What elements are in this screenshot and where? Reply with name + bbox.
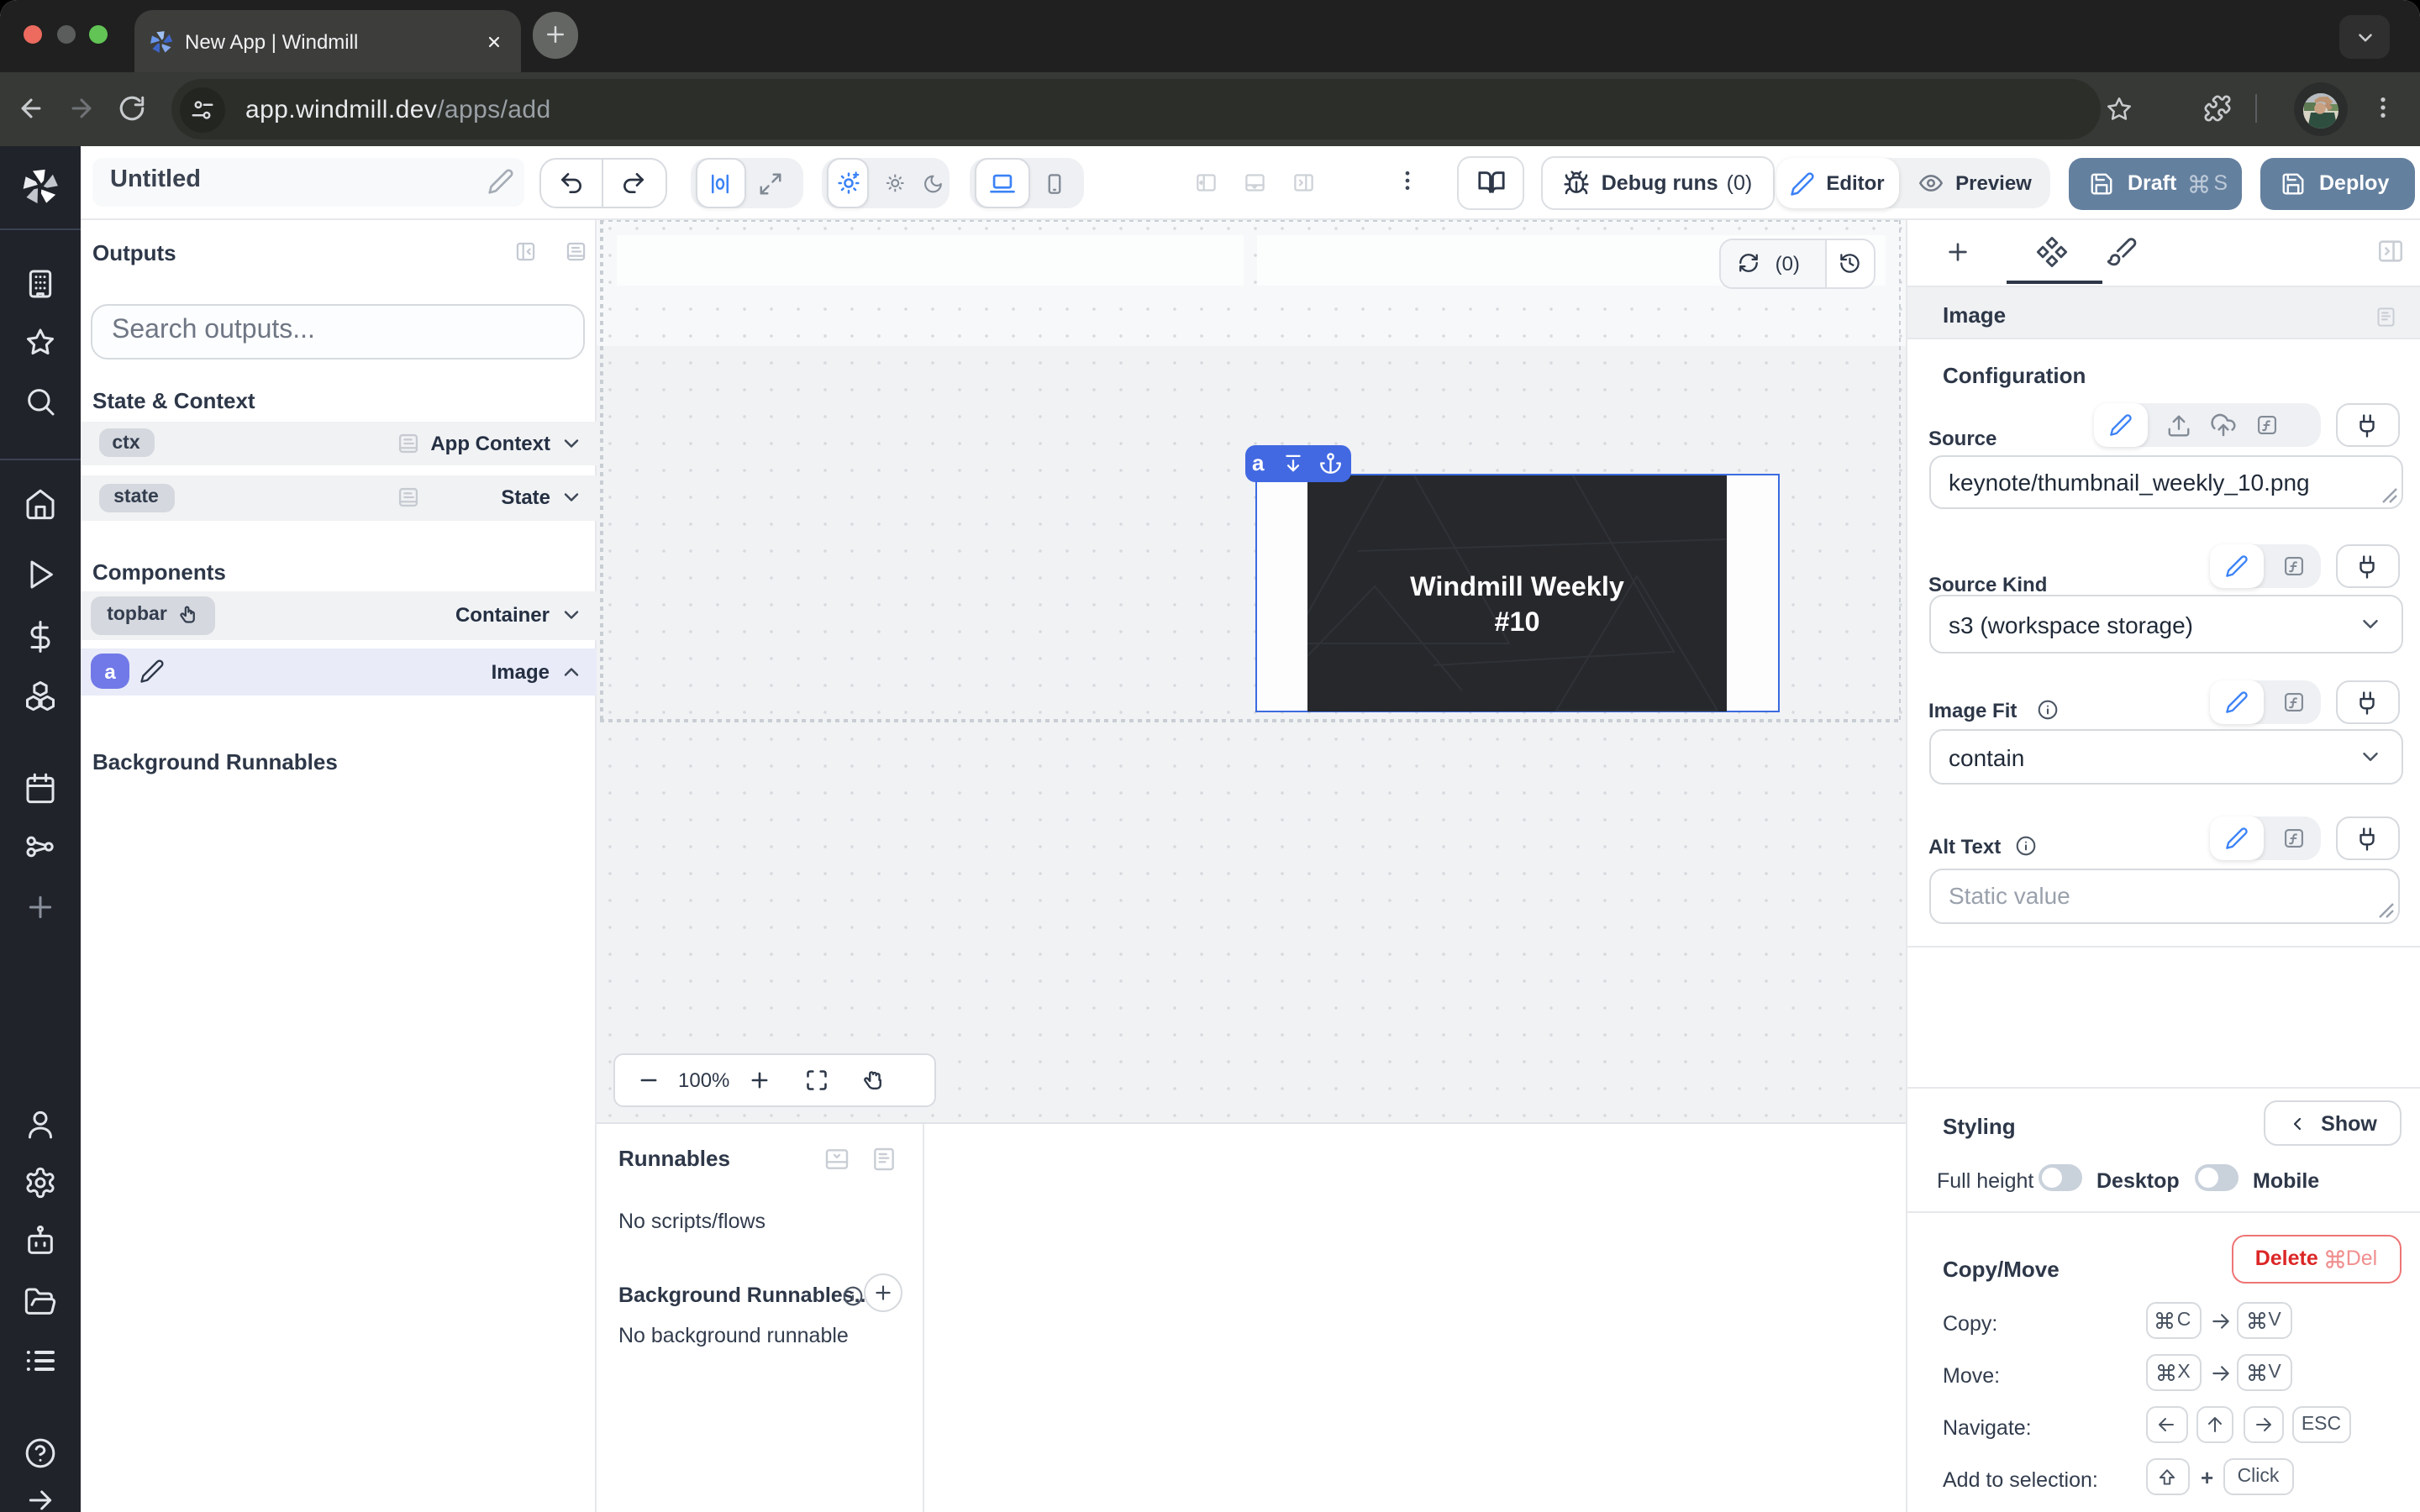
svg-text:Windmill Weekly: Windmill Weekly [1410,571,1624,601]
svg-text:#10: #10 [1494,606,1539,637]
